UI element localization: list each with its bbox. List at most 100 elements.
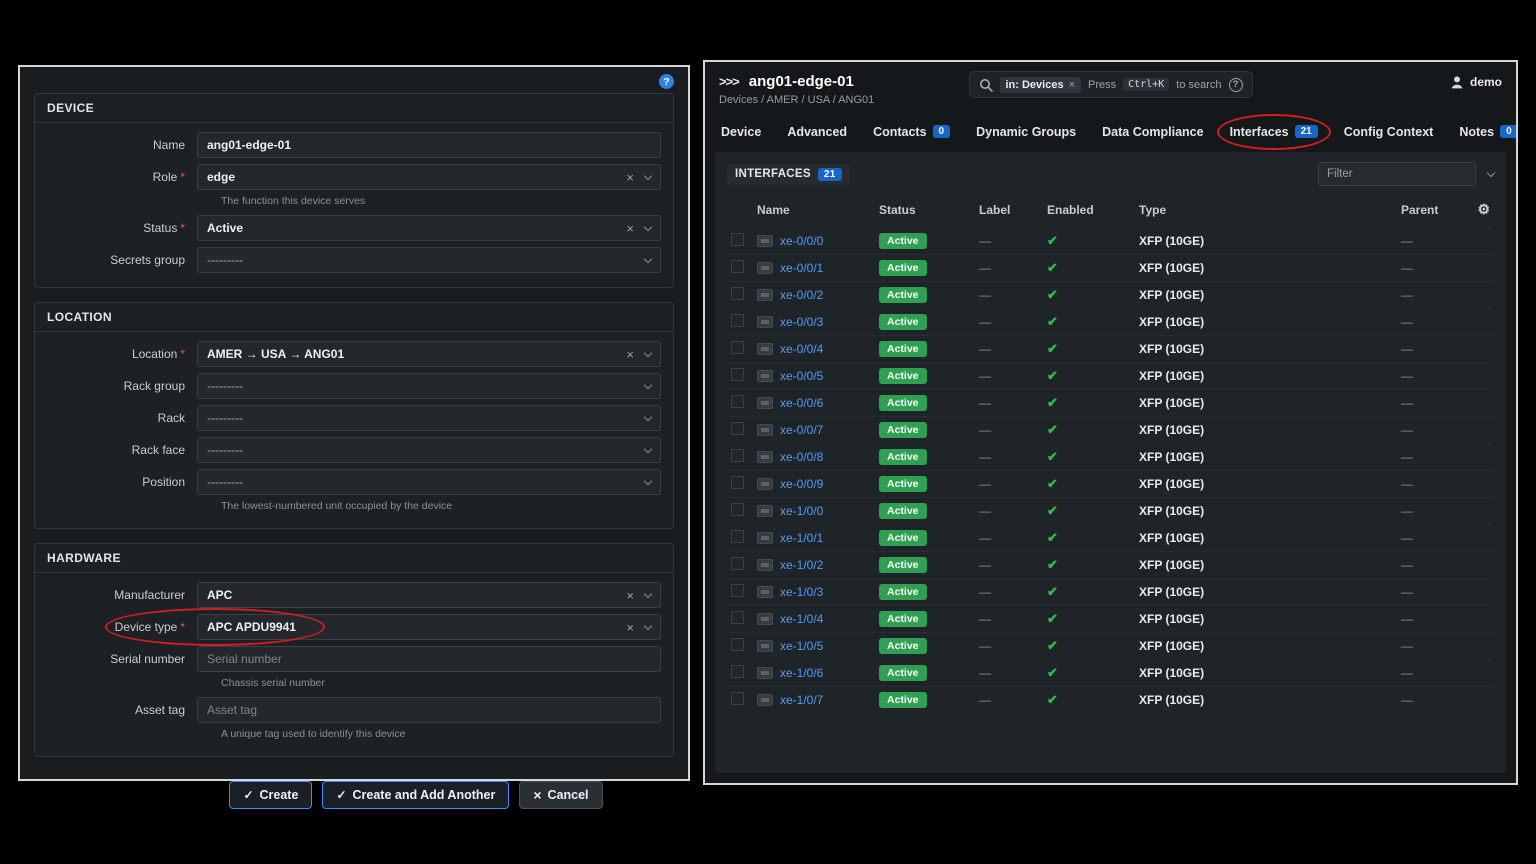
interface-link[interactable]: xe-0/0/6 — [780, 396, 823, 410]
chevron-down-icon[interactable] — [644, 621, 652, 629]
chevron-down-icon[interactable] — [644, 171, 652, 179]
interface-link[interactable]: xe-1/0/2 — [780, 558, 823, 572]
interface-link[interactable]: xe-0/0/9 — [780, 477, 823, 491]
select-input[interactable]: APC APDU9941× — [197, 614, 661, 640]
chevron-down-icon[interactable] — [644, 444, 652, 452]
row-checkbox[interactable] — [731, 368, 744, 381]
select-input[interactable]: APC× — [197, 582, 661, 608]
column-enabled[interactable]: Enabled — [1043, 195, 1135, 228]
tab-advanced[interactable]: Advanced — [787, 125, 847, 139]
select-input[interactable]: --------- — [197, 405, 661, 431]
row-checkbox[interactable] — [731, 449, 744, 462]
row-checkbox[interactable] — [731, 638, 744, 651]
create-button[interactable]: ✓ Create — [229, 781, 312, 809]
row-checkbox[interactable] — [731, 584, 744, 597]
create-and-add-another-button[interactable]: ✓ Create and Add Another — [322, 781, 509, 809]
parent-cell: — — [1397, 687, 1466, 714]
column-name[interactable]: Name — [753, 195, 875, 228]
tab-contacts[interactable]: Contacts0 — [873, 125, 950, 139]
interface-link[interactable]: xe-1/0/6 — [780, 666, 823, 680]
row-checkbox[interactable] — [731, 557, 744, 570]
chevron-down-icon[interactable] — [644, 589, 652, 597]
chevron-down-icon[interactable] — [644, 254, 652, 262]
select-input[interactable]: edge× — [197, 164, 661, 190]
row-checkbox[interactable] — [731, 665, 744, 678]
clear-icon[interactable]: × — [626, 170, 634, 185]
parent-cell: — — [1397, 525, 1466, 552]
gear-icon[interactable]: ⚙ — [1477, 201, 1490, 217]
row-checkbox[interactable] — [731, 692, 744, 705]
row-checkbox[interactable] — [731, 314, 744, 327]
row-checkbox[interactable] — [731, 422, 744, 435]
app-logo[interactable]: >>> — [719, 74, 739, 89]
interface-link[interactable]: xe-0/0/3 — [780, 315, 823, 329]
row-checkbox[interactable] — [731, 341, 744, 354]
select-input[interactable]: --------- — [197, 247, 661, 273]
interface-link[interactable]: xe-0/0/2 — [780, 288, 823, 302]
search-help-icon[interactable]: ? — [1229, 78, 1243, 92]
interface-link[interactable]: xe-1/0/0 — [780, 504, 823, 518]
chevron-down-icon[interactable] — [644, 476, 652, 484]
select-input[interactable]: AMER → USA → ANG01× — [197, 341, 661, 367]
interface-link[interactable]: xe-1/0/3 — [780, 585, 823, 599]
help-icon[interactable]: ? — [659, 74, 674, 89]
interface-link[interactable]: xe-0/0/8 — [780, 450, 823, 464]
interface-link[interactable]: xe-0/0/4 — [780, 342, 823, 356]
row-checkbox[interactable] — [731, 260, 744, 273]
clear-icon[interactable]: × — [626, 347, 634, 362]
interface-link[interactable]: xe-0/0/0 — [780, 234, 823, 248]
tab-data-compliance[interactable]: Data Compliance — [1102, 125, 1203, 139]
form-field-row: Serial numberSerial number — [47, 646, 661, 672]
clear-icon[interactable]: × — [626, 588, 634, 603]
select-input[interactable]: --------- — [197, 373, 661, 399]
row-checkbox[interactable] — [731, 503, 744, 516]
row-checkbox[interactable] — [731, 476, 744, 489]
filter-chevron-down-icon[interactable] — [1487, 168, 1495, 176]
interface-link[interactable]: xe-1/0/7 — [780, 693, 823, 707]
column-label[interactable]: Label — [975, 195, 1043, 228]
global-search[interactable]: in: Devices × Press Ctrl+K to search ? — [968, 71, 1252, 98]
interface-link[interactable]: xe-0/0/1 — [780, 261, 823, 275]
chevron-down-icon[interactable] — [644, 222, 652, 230]
interface-link[interactable]: xe-1/0/5 — [780, 639, 823, 653]
clear-icon[interactable]: × — [626, 620, 634, 635]
text-input[interactable]: Serial number — [197, 646, 661, 672]
clear-icon[interactable]: × — [626, 221, 634, 236]
interface-link[interactable]: xe-1/0/4 — [780, 612, 823, 626]
row-checkbox[interactable] — [731, 233, 744, 246]
row-checkbox[interactable] — [731, 530, 744, 543]
column-status[interactable]: Status — [875, 195, 975, 228]
column-type[interactable]: Type — [1135, 195, 1397, 228]
chevron-down-icon[interactable] — [644, 348, 652, 356]
interface-link[interactable]: xe-0/0/5 — [780, 369, 823, 383]
chevron-down-icon[interactable] — [644, 412, 652, 420]
filter-input[interactable]: Filter — [1318, 162, 1476, 186]
device-detail-panel: >>> ang01-edge-01 in: Devices × Press — [703, 60, 1518, 785]
tab-badge: 0 — [1500, 125, 1518, 138]
text-input[interactable]: Asset tag — [197, 697, 661, 723]
select-input[interactable]: Active× — [197, 215, 661, 241]
row-checkbox[interactable] — [731, 611, 744, 624]
cancel-button[interactable]: × Cancel — [519, 781, 602, 809]
tab-dynamic-groups[interactable]: Dynamic Groups — [976, 125, 1076, 139]
tab-notes[interactable]: Notes0 — [1459, 125, 1517, 139]
chip-close-icon[interactable]: × — [1069, 79, 1075, 91]
text-input[interactable]: ang01-edge-01 — [197, 132, 661, 158]
search-scope-chip[interactable]: in: Devices × — [999, 77, 1081, 93]
chevron-down-icon[interactable] — [644, 380, 652, 388]
tab-config-context[interactable]: Config Context — [1344, 125, 1434, 139]
tab-interfaces[interactable]: Interfaces21 — [1230, 125, 1318, 139]
tab-device[interactable]: Device — [721, 125, 761, 139]
name-cell: xe-0/0/6 — [757, 396, 871, 410]
select-input[interactable]: --------- — [197, 469, 661, 495]
enabled-check-icon: ✔ — [1047, 260, 1058, 275]
row-checkbox[interactable] — [731, 395, 744, 408]
interface-link[interactable]: xe-1/0/1 — [780, 531, 823, 545]
user-menu[interactable]: demo — [1450, 75, 1502, 89]
interface-link[interactable]: xe-0/0/7 — [780, 423, 823, 437]
section-body: Location*AMER → USA → ANG01×Rack group--… — [35, 332, 673, 528]
parent-cell: — — [1397, 282, 1466, 309]
select-input[interactable]: --------- — [197, 437, 661, 463]
column-parent[interactable]: Parent — [1397, 195, 1466, 228]
row-checkbox[interactable] — [731, 287, 744, 300]
